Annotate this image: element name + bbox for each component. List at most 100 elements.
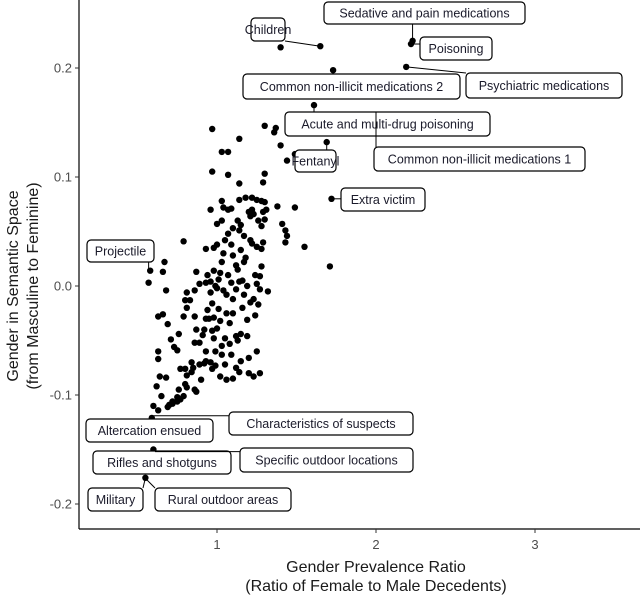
label-leader-line — [146, 479, 156, 489]
data-point — [261, 122, 268, 129]
x-ticks: 1 2 3 — [213, 529, 539, 552]
data-point — [226, 319, 233, 327]
data-point — [223, 310, 230, 317]
y-tick-label: -0.2 — [50, 497, 72, 512]
y-tick-label: 0.0 — [54, 279, 72, 294]
data-point — [218, 197, 225, 205]
data-point — [250, 295, 257, 303]
x-tick-label: 1 — [213, 537, 220, 552]
data-point — [169, 400, 176, 407]
label-text: Projectile — [95, 245, 146, 259]
data-point — [161, 258, 168, 266]
label-text: Characteristics of suspects — [246, 417, 395, 431]
data-point — [218, 351, 225, 358]
data-point — [228, 351, 235, 358]
data-point — [234, 266, 241, 273]
data-point — [209, 327, 216, 334]
point-label: Acute and multi-drug poisoning — [284, 105, 491, 137]
data-point — [277, 142, 284, 149]
data-point — [209, 365, 216, 372]
label-leader-line — [406, 66, 467, 74]
data-point — [209, 125, 216, 133]
data-point — [283, 232, 291, 240]
label-text: Children — [245, 23, 292, 37]
data-point — [218, 217, 225, 224]
label-leader-line — [284, 40, 321, 47]
data-point — [245, 354, 252, 362]
point-label: Rifles and shotguns — [92, 449, 232, 475]
data-point — [158, 392, 165, 400]
data-point — [237, 246, 244, 254]
data-point — [258, 263, 265, 270]
point-label: Altercation ensued — [85, 418, 214, 443]
data-point — [240, 291, 248, 298]
point-labels: Children Sedative and pain medications Poi… — [85, 1, 623, 512]
data-point — [229, 375, 237, 382]
data-point — [221, 361, 229, 368]
data-point — [256, 370, 264, 377]
y-tick-label: 0.2 — [54, 61, 72, 76]
data-point — [274, 203, 281, 210]
data-point — [155, 355, 162, 363]
data-point — [177, 365, 184, 372]
data-point — [220, 250, 227, 257]
data-point — [252, 271, 259, 279]
data-point — [236, 278, 243, 285]
data-point — [282, 227, 289, 234]
data-point — [218, 342, 225, 350]
point-label: Military — [87, 477, 146, 512]
y-ticks: 0.2 0.1 0.0 -0.1 -0.2 — [50, 61, 79, 512]
label-text: Common non-illicit medications 1 — [388, 153, 571, 167]
data-point — [212, 348, 219, 355]
data-point — [191, 287, 198, 294]
data-point — [207, 206, 214, 213]
data-point — [258, 245, 265, 253]
data-point — [217, 269, 224, 277]
data-point — [250, 373, 257, 380]
data-point — [201, 326, 208, 333]
point-label: Sedative and pain medications — [323, 1, 526, 41]
data-point — [291, 204, 299, 211]
data-point — [213, 285, 221, 292]
point-label: Extra victim — [331, 187, 426, 212]
data-point — [175, 330, 182, 338]
data-point — [261, 170, 268, 177]
data-point — [279, 220, 286, 228]
data-point — [145, 279, 152, 286]
data-point — [183, 289, 190, 296]
data-point — [174, 394, 181, 401]
data-point — [239, 304, 246, 311]
data-point — [224, 148, 232, 156]
data-point — [242, 194, 249, 201]
data-point — [196, 280, 203, 287]
data-point — [261, 198, 268, 206]
data-point — [255, 217, 262, 224]
data-point — [162, 287, 170, 294]
data-point — [224, 271, 232, 279]
data-point — [282, 239, 289, 246]
data-point — [210, 335, 217, 342]
data-point — [283, 157, 291, 164]
label-text: Acute and multi-drug poisoning — [301, 118, 473, 132]
data-point — [175, 386, 182, 393]
data-point — [244, 332, 251, 340]
data-point — [228, 279, 235, 286]
data-point — [204, 271, 211, 279]
data-point — [174, 347, 181, 354]
data-point — [147, 267, 154, 274]
data-point — [210, 244, 217, 251]
point-label: Fentanyl — [292, 142, 339, 173]
data-point — [259, 179, 267, 186]
data-point — [261, 216, 268, 223]
data-point — [197, 376, 205, 383]
data-point — [326, 263, 334, 270]
y-axis-subtitle: (from Masculine to Feminine) — [25, 182, 42, 389]
data-point — [240, 258, 248, 266]
data-point — [228, 241, 235, 248]
y-tick-label: 0.1 — [54, 170, 72, 185]
label-text: Poisoning — [429, 42, 484, 56]
data-point — [221, 237, 229, 244]
data-point — [236, 227, 243, 234]
data-point — [193, 268, 200, 275]
data-point — [218, 258, 225, 266]
